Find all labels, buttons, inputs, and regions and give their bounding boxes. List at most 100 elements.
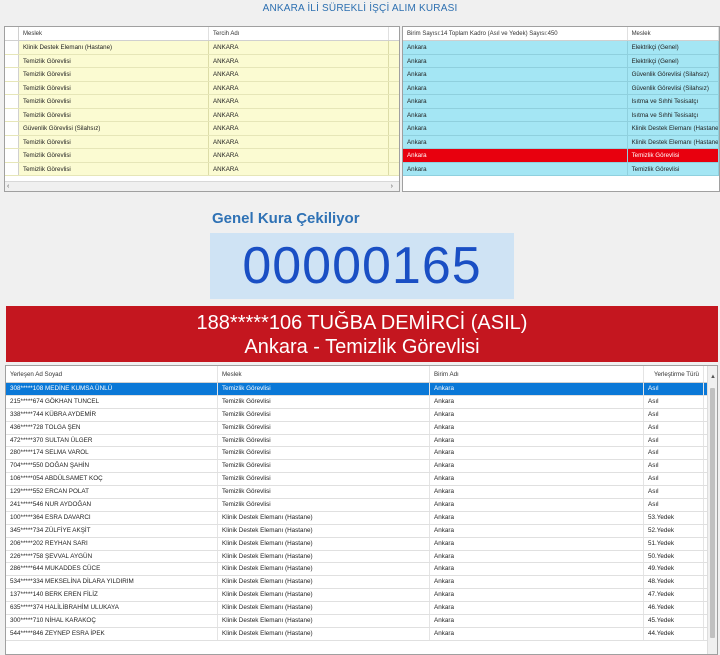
table-row[interactable]: 226*****758 ŞEVVAL AYGÜN Klinik Destek El…	[6, 550, 717, 564]
cell-ad-soyad: 635*****374 HALİLİBRAHİM ULUKAYA	[6, 602, 218, 615]
table-row[interactable]: Temizlik Görevlisi ANKARA	[5, 95, 399, 109]
table-row[interactable]: 704*****550 DOĞAN ŞAHİN Temizlik Görevlis…	[6, 460, 717, 474]
right-table-body: Ankara Elektrikçi (Genel) Ankara Elektrikçi…	[403, 41, 719, 176]
cell-ad-soyad: 300*****710 NİHAL KARAKOÇ	[6, 615, 218, 627]
cell-meslek: Temizlik Görevlisi	[19, 135, 209, 148]
table-row[interactable]: 308*****108 MEDİNE KUMSA ÜNLÜ Temizlik Gö…	[6, 383, 717, 396]
cell-birim-adi: Ankara	[430, 383, 644, 395]
table-row[interactable]: 338*****744 KÜBRA AYDEMİR Temizlik Görevl…	[6, 408, 717, 422]
table-row[interactable]: Temizlik Görevlisi ANKARA	[5, 81, 399, 95]
column-header-birim[interactable]: Birim Sayısı:14 Toplam Kadro (Asıl ve Ye…	[403, 27, 628, 40]
results-table[interactable]: Yerleşen Ad Soyad Meslek Birim Adı Yerle…	[5, 365, 718, 655]
table-row[interactable]: Güvenlik Görevlisi (Silahsız) ANKARA	[5, 122, 399, 136]
table-row[interactable]: 345*****734 ZÜLFİYE AKŞİT Klinik Destek E…	[6, 524, 717, 538]
table-row[interactable]: Temizlik Görevlisi ANKARA	[5, 68, 399, 82]
row-indicator[interactable]	[5, 149, 19, 162]
table-row[interactable]: Temizlik Görevlisi ANKARA	[5, 162, 399, 176]
cell-birim-adi: Ankara	[430, 576, 644, 589]
cell-yerlestirme-turu: Asıl	[644, 434, 704, 447]
column-header-ad-soyad[interactable]: Yerleşen Ad Soyad	[6, 366, 218, 382]
scroll-left-icon[interactable]: ‹	[7, 182, 9, 191]
cell-ad-soyad: 106*****054 ABDÜLSAMET KOÇ	[6, 473, 218, 486]
row-indicator[interactable]	[5, 41, 19, 54]
cell-meslek: Klinik Destek Elemanı (Hastane)	[628, 135, 719, 148]
scroll-right-icon[interactable]: ›	[391, 182, 393, 191]
row-indicator[interactable]	[5, 135, 19, 148]
table-row[interactable]: Temizlik Görevlisi ANKARA	[5, 108, 399, 122]
cell-meslek: Temizlik Görevlisi	[19, 68, 209, 81]
cell-ad-soyad: 137*****140 BERK EREN FİLİZ	[6, 589, 218, 602]
column-header-meslek[interactable]: Meslek	[218, 366, 430, 382]
horizontal-scrollbar[interactable]: ‹ ›	[5, 181, 399, 191]
table-row[interactable]: 472*****370 SULTAN ÜLGER Temizlik Görevli…	[6, 434, 717, 448]
table-row[interactable]: 286*****644 MUKADDES CÜCE Klinik Destek E…	[6, 563, 717, 577]
cell-birim-adi: Ankara	[430, 563, 644, 576]
table-row[interactable]: 544*****846 ZEYNEP ESRA İPEK Klinik Deste…	[6, 627, 717, 641]
table-row[interactable]: 129*****552 ERCAN POLAT Temizlik Görevlis…	[6, 486, 717, 500]
column-header-meslek[interactable]: Meslek	[19, 27, 209, 40]
row-indicator[interactable]	[5, 162, 19, 175]
cell-meslek: Temizlik Görevlisi	[218, 383, 430, 395]
cell-birim-adi: Ankara	[430, 395, 644, 408]
column-header-meslek[interactable]: Meslek	[628, 27, 719, 40]
row-indicator[interactable]	[5, 108, 19, 121]
table-row[interactable]: Ankara Klinik Destek Elemanı (Hastane)	[403, 135, 719, 149]
row-indicator[interactable]	[5, 122, 19, 135]
table-row[interactable]: 241*****546 NUR AYDOĞAN Temizlik Görevlis…	[6, 499, 717, 512]
row-indicator[interactable]	[5, 68, 19, 81]
cell-birim-adi: Ankara	[430, 447, 644, 460]
cell-meslek: Temizlik Görevlisi	[19, 95, 209, 108]
cell-ad-soyad: 206*****202 REYHAN SARI	[6, 537, 218, 550]
table-row[interactable]: Temizlik Görevlisi ANKARA	[5, 54, 399, 68]
table-row[interactable]: Ankara Güvenlik Görevlisi (Silahsız)	[403, 68, 719, 82]
table-row[interactable]: Ankara Klinik Destek Elemanı (Hastane)	[403, 122, 719, 136]
table-row[interactable]: 300*****710 NİHAL KARAKOÇ Klinik Destek E…	[6, 615, 717, 628]
table-row[interactable]: Klinik Destek Elemanı (Hastane) ANKARA	[5, 41, 399, 55]
cell-meslek: Klinik Destek Elemanı (Hastane)	[218, 602, 430, 615]
table-row[interactable]: Ankara Elektrikçi (Genel)	[403, 54, 719, 68]
cell-meslek: Güvenlik Görevlisi (Silahsız)	[628, 68, 719, 81]
cell-yerlestirme-turu: 47.Yedek	[644, 589, 704, 602]
table-row[interactable]: Ankara Temizlik Görevlisi	[403, 162, 719, 176]
table-row[interactable]: Ankara Isıtma ve Sıhhi Tesisatçı	[403, 95, 719, 109]
table-row[interactable]: 635*****374 HALİLİBRAHİM ULUKAYA Klinik D…	[6, 602, 717, 616]
cell-ad-soyad: 241*****546 NUR AYDOĞAN	[6, 499, 218, 511]
left-table-header: Meslek Tercih Adı	[5, 27, 399, 41]
scrollbar-thumb[interactable]	[710, 388, 715, 638]
table-row[interactable]: 215*****674 GÖKHAN TUNCEL Temizlik Görevl…	[6, 395, 717, 409]
table-row[interactable]: 534*****334 MEKSELİNA DİLARA YILDIRIM Kli…	[6, 576, 717, 590]
table-row[interactable]: Ankara Isıtma ve Sıhhi Tesisatçı	[403, 108, 719, 122]
cell-meslek: Temizlik Görevlisi	[218, 395, 430, 408]
table-row[interactable]: Temizlik Görevlisi ANKARA	[5, 135, 399, 149]
table-row[interactable]: Ankara Temizlik Görevlisi	[403, 149, 719, 163]
table-row[interactable]: 137*****140 BERK EREN FİLİZ Klinik Destek…	[6, 589, 717, 603]
table-row[interactable]: 280*****174 SELMA VAROL Temizlik Görevlis…	[6, 447, 717, 461]
cell-yerlestirme-turu: 51.Yedek	[644, 537, 704, 550]
column-header-birim-adi[interactable]: Birim Adı	[430, 366, 644, 382]
table-row[interactable]: 100*****364 ESRA DAVARCI Klinik Destek El…	[6, 511, 717, 525]
right-unit-table[interactable]: Birim Sayısı:14 Toplam Kadro (Asıl ve Ye…	[402, 26, 720, 192]
left-choice-table[interactable]: Meslek Tercih Adı Klinik Destek Elemanı …	[4, 26, 400, 192]
right-table-header: Birim Sayısı:14 Toplam Kadro (Asıl ve Ye…	[403, 27, 719, 41]
scroll-up-icon[interactable]: ▲	[708, 372, 717, 382]
column-header-yerlestirme-turu[interactable]: Yerleştirme Türü	[644, 366, 704, 382]
table-row[interactable]: 436*****728 TOLGA ŞEN Temizlik Görevlisi A…	[6, 421, 717, 435]
row-indicator[interactable]	[5, 81, 19, 94]
cell-birim: Ankara	[403, 122, 628, 135]
vertical-scrollbar[interactable]: ▲	[707, 366, 717, 654]
cell-meslek: Temizlik Görevlisi	[218, 473, 430, 486]
column-header-tercih[interactable]: Tercih Adı	[209, 27, 389, 40]
row-indicator[interactable]	[5, 95, 19, 108]
cell-birim: Ankara	[403, 135, 628, 148]
cell-tercih: ANKARA	[209, 122, 389, 135]
table-row[interactable]: Ankara Güvenlik Görevlisi (Silahsız)	[403, 81, 719, 95]
table-row[interactable]: Ankara Elektrikçi (Genel)	[403, 41, 719, 55]
table-row[interactable]: 106*****054 ABDÜLSAMET KOÇ Temizlik Görev…	[6, 473, 717, 487]
cell-meslek: Temizlik Görevlisi	[19, 162, 209, 175]
cell-birim: Ankara	[403, 81, 628, 94]
winner-name: 188*****106 TUĞBA DEMİRCİ (ASIL)	[196, 312, 528, 334]
table-row[interactable]: 206*****202 REYHAN SARI Klinik Destek Ele…	[6, 537, 717, 551]
results-table-body: 308*****108 MEDİNE KUMSA ÜNLÜ Temizlik Gö…	[6, 383, 717, 641]
row-indicator[interactable]	[5, 54, 19, 67]
table-row[interactable]: Temizlik Görevlisi ANKARA	[5, 149, 399, 163]
